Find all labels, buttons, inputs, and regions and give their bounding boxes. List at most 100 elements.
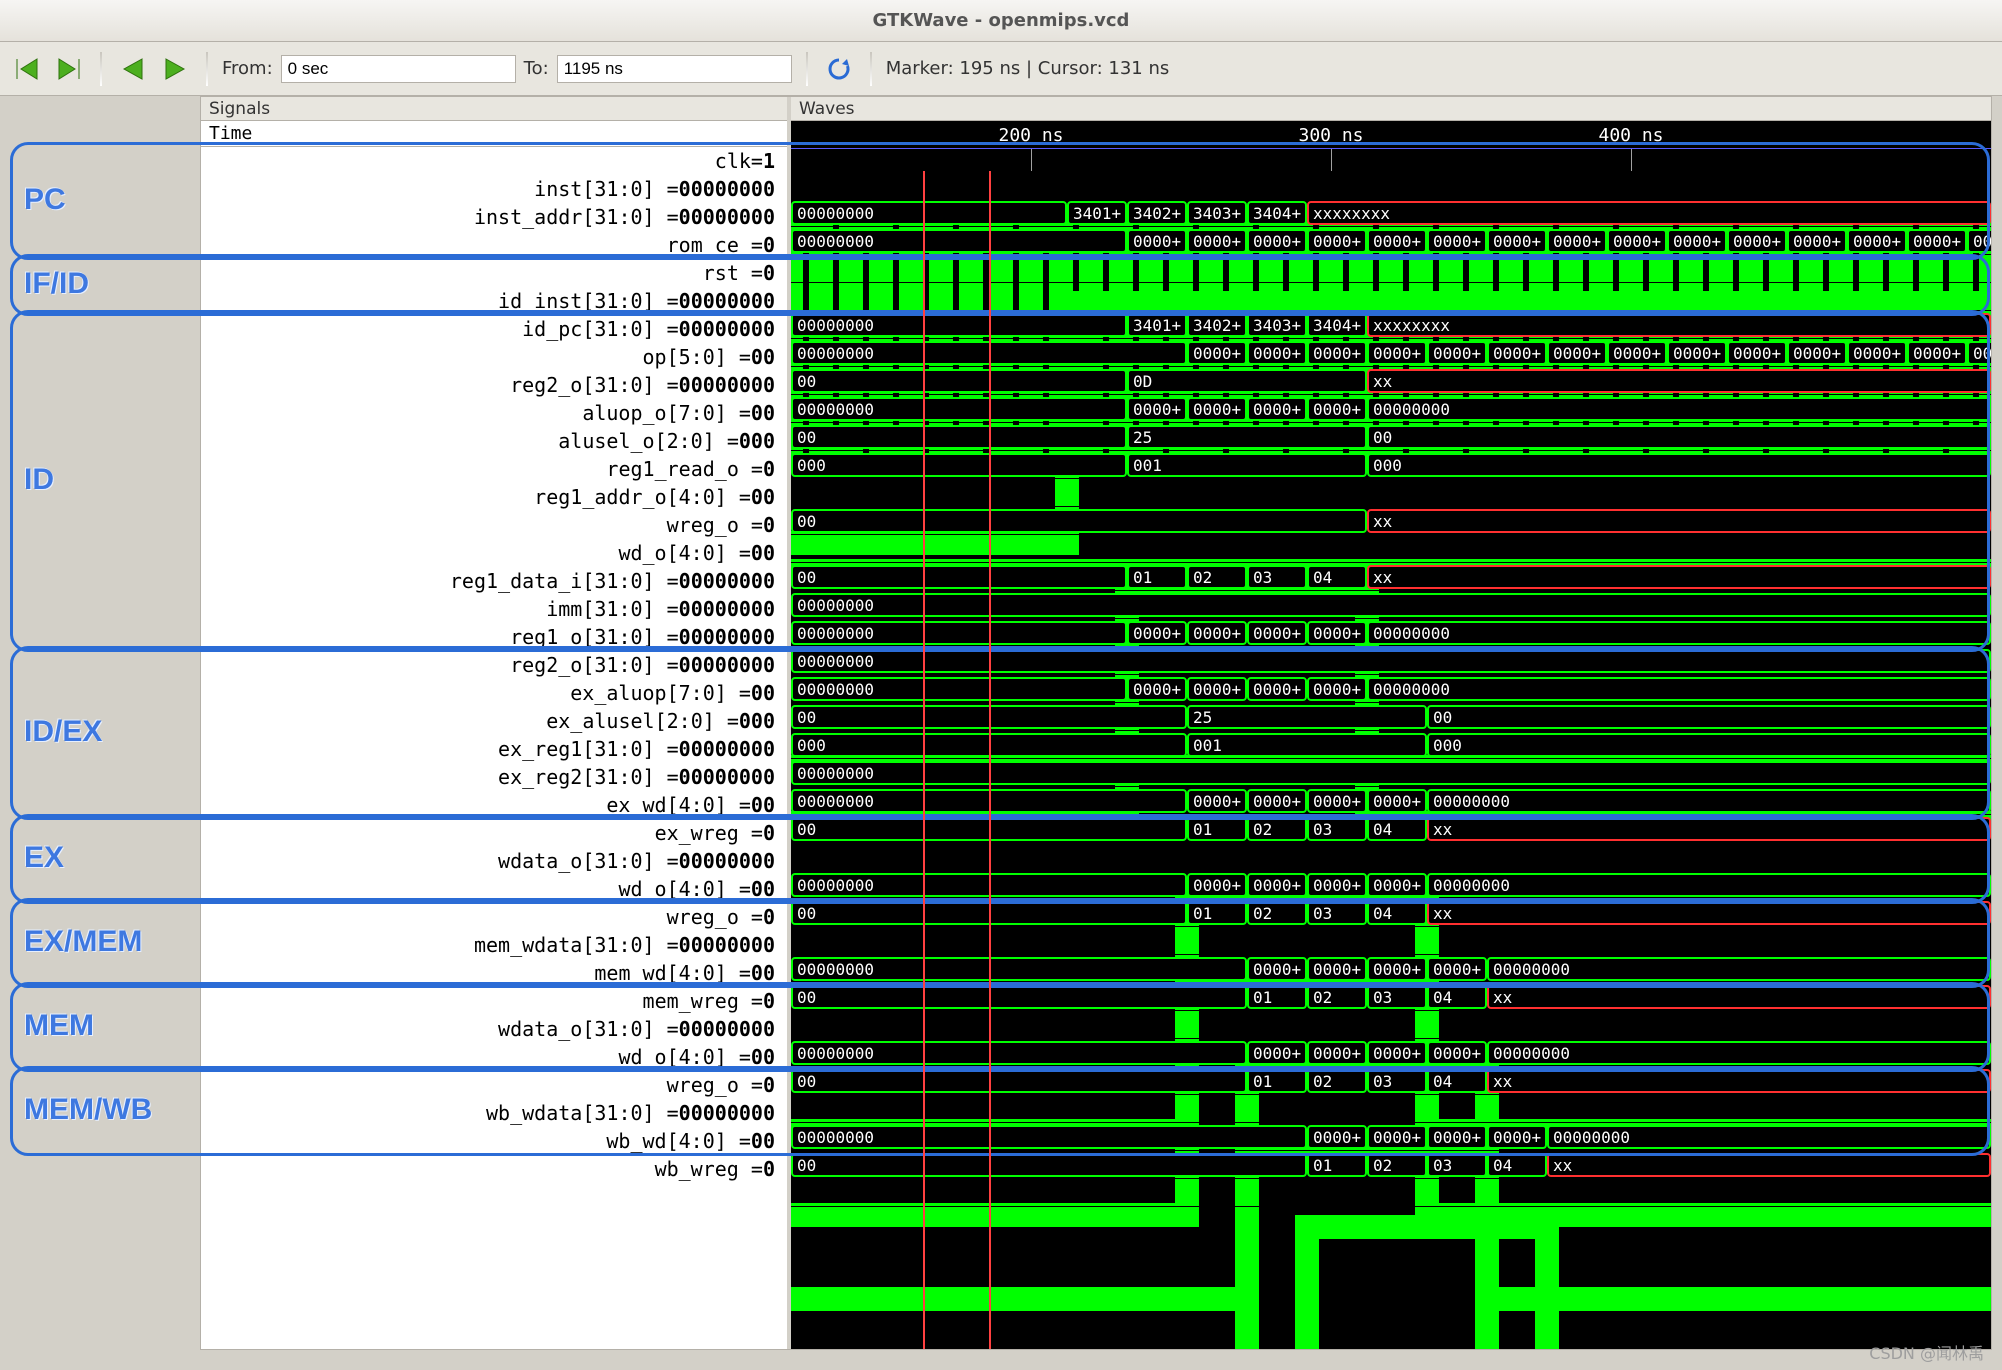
bus-value: 03 xyxy=(1247,565,1307,589)
wave-row[interactable]: 000000000000+0000+0000+0000+00000000 xyxy=(791,871,1991,899)
bus-value: 00000000 xyxy=(791,229,1127,253)
waves-body[interactable]: 000000003401+3402+3403+3404+xxxxxxxx0000… xyxy=(791,171,1991,1349)
signal-row[interactable]: aluop_o[7:0] =00 xyxy=(201,399,787,427)
wave-row[interactable]: 000000000000+0000+0000+0000+00000000 xyxy=(791,1123,1991,1151)
wave-row[interactable]: 000000003401+3402+3403+3404+xxxxxxxx xyxy=(791,311,1991,339)
signal-row[interactable]: id_inst[31:0] =00000000 xyxy=(201,287,787,315)
marker-line[interactable] xyxy=(989,171,991,1349)
wave-row[interactable]: 00000000 xyxy=(791,591,1991,619)
wave-row[interactable] xyxy=(791,1011,1991,1039)
signal-list[interactable]: clk=1inst[31:0] =00000000inst_addr[31:0]… xyxy=(201,147,787,1349)
signal-row[interactable]: reg1_data_i[31:0] =00000000 xyxy=(201,567,787,595)
wave-row[interactable]: 000000003401+3402+3403+3404+xxxxxxxx xyxy=(791,199,1991,227)
wave-row[interactable]: 002500 xyxy=(791,703,1991,731)
wave-row[interactable]: 000001000 xyxy=(791,731,1991,759)
signal-row[interactable]: wd_o[4:0] =00 xyxy=(201,539,787,567)
time-ruler[interactable]: 200 ns300 ns400 ns xyxy=(791,121,1991,171)
wave-row[interactable]: 00000000 xyxy=(791,759,1991,787)
signal-row[interactable]: reg2_o[31:0] =00000000 xyxy=(201,651,787,679)
wave-row[interactable]: 000000000000+0000+0000+0000+00000000 xyxy=(791,1039,1991,1067)
wave-row[interactable]: 000000000000+0000+0000+0000+00000000 xyxy=(791,955,1991,983)
signal-row[interactable]: rom_ce =0 xyxy=(201,231,787,259)
refresh-icon[interactable] xyxy=(822,52,856,86)
bus-value: 0000+ xyxy=(1247,341,1307,365)
signal-row[interactable]: ex_reg1[31:0] =00000000 xyxy=(201,735,787,763)
bus-value: 3401+ xyxy=(1127,313,1187,337)
wave-row[interactable] xyxy=(791,255,1991,283)
signal-row[interactable]: wdata_o[31:0] =00000000 xyxy=(201,1015,787,1043)
signal-row[interactable]: wreg_o =0 xyxy=(201,903,787,931)
wave-row[interactable] xyxy=(791,1179,1991,1207)
signal-row[interactable]: id_pc[31:0] =00000000 xyxy=(201,315,787,343)
wave-row[interactable] xyxy=(791,535,1991,563)
seek-first-icon[interactable] xyxy=(10,52,44,86)
to-input[interactable] xyxy=(557,55,792,83)
wave-row[interactable]: 0001020304xx xyxy=(791,815,1991,843)
wave-row[interactable]: 000001000 xyxy=(791,451,1991,479)
bus-value: 0000+ xyxy=(1247,789,1307,813)
signal-row[interactable]: wdata_o[31:0] =00000000 xyxy=(201,847,787,875)
signal-row[interactable]: mem_wd[4:0] =00 xyxy=(201,959,787,987)
wave-row[interactable]: 00xx xyxy=(791,507,1991,535)
signal-row[interactable]: ex_wd[4:0] =00 xyxy=(201,791,787,819)
signal-row[interactable]: ex_reg2[31:0] =00000000 xyxy=(201,763,787,791)
wave-row[interactable]: 000Dxx xyxy=(791,367,1991,395)
wave-row[interactable]: 002500 xyxy=(791,423,1991,451)
wave-row[interactable] xyxy=(791,171,1991,199)
signal-row[interactable]: alusel_o[2:0] =000 xyxy=(201,427,787,455)
bus-value: 0000+ xyxy=(1367,789,1427,813)
step-back-icon[interactable] xyxy=(116,52,150,86)
bus-value: 0000+ xyxy=(1187,621,1247,645)
signal-row[interactable]: inst_addr[31:0] =00000000 xyxy=(201,203,787,231)
bus-value: 0000+ xyxy=(1307,341,1367,365)
signal-row[interactable]: op[5:0] =00 xyxy=(201,343,787,371)
waves-pane[interactable]: Waves 200 ns300 ns400 ns 000000003401+34… xyxy=(791,97,1991,1349)
wave-row[interactable] xyxy=(791,927,1991,955)
wave-row[interactable]: 000000000000+0000+0000+0000+00000000 xyxy=(791,395,1991,423)
bus-value: 02 xyxy=(1367,1153,1427,1177)
signal-row[interactable]: rst =0 xyxy=(201,259,787,287)
cursor-line[interactable] xyxy=(923,171,925,1349)
step-forward-icon[interactable] xyxy=(158,52,192,86)
wave-row[interactable]: 0001020304xx xyxy=(791,1067,1991,1095)
wave-row[interactable]: 0001020304xx xyxy=(791,899,1991,927)
wave-row[interactable]: 000000000000+0000+0000+0000+0000+0000+00… xyxy=(791,227,1991,255)
wave-row[interactable]: 0001020304xx xyxy=(791,983,1991,1011)
signal-row[interactable]: inst[31:0] =00000000 xyxy=(201,175,787,203)
signal-row[interactable]: wb_wreg =0 xyxy=(201,1155,787,1183)
signal-row[interactable]: wd_o[4:0] =00 xyxy=(201,1043,787,1071)
wave-row[interactable]: 000000000000+0000+0000+0000+00000000 xyxy=(791,787,1991,815)
wave-row[interactable] xyxy=(791,479,1991,507)
signal-row[interactable]: reg1_read_o =0 xyxy=(201,455,787,483)
signal-row[interactable]: wb_wdata[31:0] =00000000 xyxy=(201,1099,787,1127)
wave-row[interactable]: 000000000000+0000+0000+0000+00000000 xyxy=(791,619,1991,647)
signal-row[interactable]: wreg_o =0 xyxy=(201,1071,787,1099)
signal-row[interactable]: clk=1 xyxy=(201,147,787,175)
signal-row[interactable]: wb_wd[4:0] =00 xyxy=(201,1127,787,1155)
signal-row[interactable]: reg2_o[31:0] =00000000 xyxy=(201,371,787,399)
wave-row[interactable]: 000000000000+0000+0000+0000+0000+0000+00… xyxy=(791,339,1991,367)
signal-row[interactable]: wd_o[4:0] =00 xyxy=(201,875,787,903)
bus-value: 0000+ xyxy=(1247,873,1307,897)
from-input[interactable] xyxy=(281,55,516,83)
signal-row[interactable]: mem_wreg =0 xyxy=(201,987,787,1015)
wave-row[interactable] xyxy=(791,843,1991,871)
signal-row[interactable]: wreg_o =0 xyxy=(201,511,787,539)
signal-row[interactable]: ex_aluop[7:0] =00 xyxy=(201,679,787,707)
seek-last-icon[interactable] xyxy=(52,52,86,86)
signal-row[interactable]: reg1_addr_o[4:0] =00 xyxy=(201,483,787,511)
signal-row[interactable]: ex_alusel[2:0] =000 xyxy=(201,707,787,735)
bus-value: 3404+ xyxy=(1247,201,1307,225)
bus-value: 00000000 xyxy=(791,677,1127,701)
wave-row[interactable]: 00000000 xyxy=(791,647,1991,675)
to-label: To: xyxy=(524,58,549,79)
wave-row[interactable] xyxy=(791,283,1991,311)
wave-row[interactable]: 0001020304xx xyxy=(791,1151,1991,1179)
signal-row[interactable]: mem_wdata[31:0] =00000000 xyxy=(201,931,787,959)
signal-row[interactable]: reg1_o[31:0] =00000000 xyxy=(201,623,787,651)
signal-row[interactable]: ex_wreg =0 xyxy=(201,819,787,847)
signal-row[interactable]: imm[31:0] =00000000 xyxy=(201,595,787,623)
wave-row[interactable] xyxy=(791,1095,1991,1123)
wave-row[interactable]: 000000000000+0000+0000+0000+00000000 xyxy=(791,675,1991,703)
wave-row[interactable]: 0001020304xx xyxy=(791,563,1991,591)
